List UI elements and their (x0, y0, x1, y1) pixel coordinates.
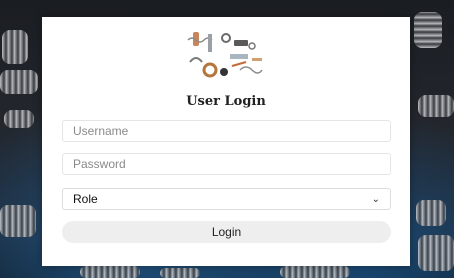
role-select-value: Role (73, 192, 98, 206)
spring-decoration (160, 268, 200, 278)
spring-decoration (4, 110, 34, 128)
role-select[interactable]: Role ⌄ (62, 188, 391, 210)
spring-decoration (0, 70, 38, 94)
spring-decoration (80, 266, 140, 278)
spring-decoration (418, 95, 454, 117)
login-button[interactable]: Login (62, 221, 391, 243)
password-input[interactable] (62, 153, 391, 175)
page-title: User Login (186, 94, 266, 109)
spring-decoration (2, 30, 28, 64)
username-input[interactable] (62, 120, 391, 142)
chevron-down-icon: ⌄ (371, 193, 380, 205)
spring-decoration (0, 205, 36, 237)
spring-decoration (414, 12, 442, 48)
spring-decoration (280, 266, 350, 278)
springs-logo-icon (187, 32, 263, 78)
spring-decoration (416, 200, 446, 226)
spring-decoration (418, 235, 454, 271)
